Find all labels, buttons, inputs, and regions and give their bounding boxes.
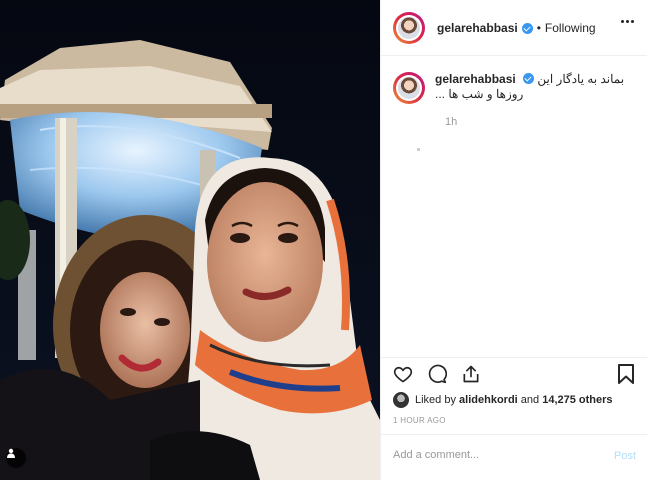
divider-speck [417,148,420,151]
post-sidebar: gelarehabbasi • Following gelarehabbasi … [380,0,647,480]
instagram-post: gelarehabbasi • Following gelarehabbasi … [0,0,647,480]
following-button[interactable]: Following [545,21,596,35]
liker-username[interactable]: alidehkordi [459,394,518,406]
share-icon[interactable] [461,364,481,384]
comment-input[interactable] [393,449,593,461]
caption-verified-badge-icon [523,73,535,84]
more-options-icon[interactable] [621,20,634,23]
tagged-user-icon[interactable] [6,448,26,468]
liker-avatar[interactable] [393,392,409,408]
caption-avatar-ring [396,75,422,101]
caption-username[interactable]: gelarehabbasi [435,72,516,86]
caption: gelarehabbasi بماند به یادگار این روزها … [393,72,633,128]
avatar[interactable] [393,11,425,44]
likes-prefix: Liked by [415,394,456,406]
caption-avatar[interactable] [393,72,425,104]
photo-illustration [0,0,380,480]
post-comment-button[interactable]: Post [614,450,636,462]
header-username[interactable]: gelarehabbasi [437,21,518,35]
verified-badge-icon [521,23,533,34]
avatar-image [398,16,420,39]
likes-count[interactable]: 14,275 others [542,394,612,406]
actions-divider [381,357,647,358]
separator-dot: • [536,20,541,35]
action-icons [393,364,481,384]
comment-icon[interactable] [427,364,447,384]
caption-timestamp[interactable]: 1h [445,116,457,128]
post-timestamp[interactable]: 1 HOUR AGO [393,416,446,425]
caption-text-block: gelarehabbasi بماند به یادگار این روزها … [435,72,633,102]
post-photo[interactable] [0,0,380,480]
bookmark-icon[interactable] [617,364,635,389]
likes-connector: and [520,394,540,406]
caption-avatar-image [398,77,420,99]
avatar-ring [396,14,422,41]
likes-summary: Liked by alidehkordi and 14,275 others [393,392,613,408]
heart-icon[interactable] [393,364,413,384]
comment-bar: Post [381,434,647,480]
post-header: gelarehabbasi • Following [381,0,647,56]
